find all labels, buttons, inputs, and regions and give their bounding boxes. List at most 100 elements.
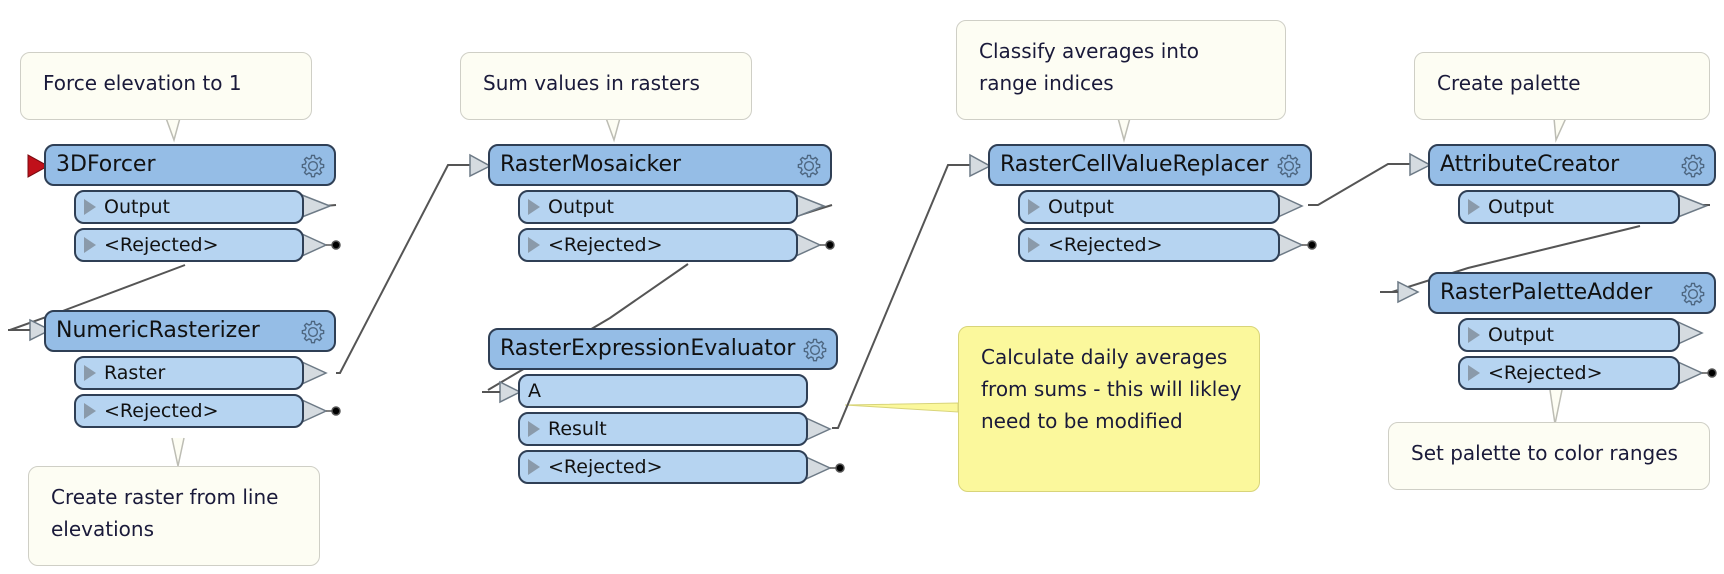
expand-triangle-icon[interactable] bbox=[1028, 237, 1040, 253]
transformer-header[interactable]: AttributeCreator bbox=[1428, 144, 1716, 186]
transformer-header[interactable]: RasterPaletteAdder bbox=[1428, 272, 1716, 314]
output-port[interactable]: Output bbox=[1458, 190, 1680, 224]
output-port[interactable]: Output bbox=[1458, 318, 1680, 352]
wire-replacer-to-attributecreator bbox=[1308, 163, 1410, 206]
output-arrow bbox=[795, 193, 827, 219]
transformer-header[interactable]: RasterCellValueReplacer bbox=[988, 144, 1312, 186]
annotation-tails bbox=[164, 117, 1568, 467]
transformer-header[interactable]: RasterExpressionEvaluator bbox=[488, 328, 838, 370]
output-arrow bbox=[1277, 232, 1304, 258]
port-label: Result bbox=[548, 418, 607, 440]
annotation-text: Set palette to color ranges bbox=[1411, 441, 1678, 465]
wire-rasterize-to-mosaicker bbox=[336, 164, 470, 374]
output-arrow bbox=[795, 232, 822, 258]
transformer-header[interactable]: 3DForcer bbox=[44, 144, 336, 186]
output-arrow bbox=[805, 416, 832, 442]
expand-triangle-icon[interactable] bbox=[528, 199, 540, 215]
annotation-text: Calculate daily averages from sums - thi… bbox=[981, 345, 1242, 433]
annotation-set-palette[interactable]: Set palette to color ranges bbox=[1388, 422, 1710, 490]
expand-triangle-icon[interactable] bbox=[84, 199, 96, 215]
tail-force-elevation bbox=[164, 117, 181, 143]
port-label: Output bbox=[1488, 324, 1554, 346]
input-arrow bbox=[469, 153, 492, 178]
tail-sum-values bbox=[604, 117, 621, 143]
transformer-name: NumericRasterizer bbox=[56, 318, 260, 343]
annotation-create-raster[interactable]: Create raster from line elevations bbox=[28, 466, 320, 566]
expand-triangle-icon[interactable] bbox=[84, 365, 96, 381]
expand-triangle-icon[interactable] bbox=[528, 421, 540, 437]
input-arrow bbox=[1397, 280, 1420, 304]
annotation-create-palette[interactable]: Create palette bbox=[1414, 52, 1710, 120]
terminator-dot bbox=[331, 240, 341, 250]
annotation-calculate-averages[interactable]: Calculate daily averages from sums - thi… bbox=[958, 326, 1260, 492]
transformer-name: AttributeCreator bbox=[1440, 152, 1620, 177]
gear-icon[interactable] bbox=[298, 151, 328, 181]
gear-icon[interactable] bbox=[1678, 279, 1708, 309]
port-label: <Rejected> bbox=[548, 234, 663, 256]
output-arrow bbox=[301, 232, 328, 258]
expand-triangle-icon[interactable] bbox=[1468, 365, 1480, 381]
expand-triangle-icon[interactable] bbox=[1468, 199, 1480, 215]
annotation-text: Force elevation to 1 bbox=[43, 71, 242, 95]
transformer-name: RasterPaletteAdder bbox=[1440, 280, 1653, 305]
port-label: <Rejected> bbox=[104, 400, 219, 422]
output-port[interactable]: Output bbox=[1018, 190, 1280, 224]
port-label: Output bbox=[1048, 196, 1114, 218]
annotation-text: Sum values in rasters bbox=[483, 71, 700, 95]
tail-classify bbox=[1117, 117, 1131, 143]
transformer-name: RasterExpressionEvaluator bbox=[500, 336, 796, 361]
port-label: <Rejected> bbox=[1488, 362, 1603, 384]
gear-icon[interactable] bbox=[800, 335, 830, 365]
terminator-dot bbox=[331, 406, 341, 416]
rejected-port[interactable]: <Rejected> bbox=[1018, 228, 1280, 262]
input-arrow bbox=[1409, 152, 1432, 177]
port-label: <Rejected> bbox=[548, 456, 663, 478]
rejected-port[interactable]: <Rejected> bbox=[518, 228, 798, 262]
port-label: Output bbox=[1488, 196, 1554, 218]
expand-triangle-icon[interactable] bbox=[528, 237, 540, 253]
output-arrow bbox=[1677, 320, 1704, 346]
transformer-header[interactable]: RasterMosaicker bbox=[488, 144, 832, 186]
rejected-port[interactable]: <Rejected> bbox=[74, 228, 304, 262]
output-arrow bbox=[805, 455, 832, 481]
annotation-classify-averages[interactable]: Classify averages into range indices bbox=[956, 20, 1286, 120]
gear-icon[interactable] bbox=[1274, 151, 1304, 181]
result-port[interactable]: Result bbox=[518, 412, 808, 446]
transformer-header[interactable]: NumericRasterizer bbox=[44, 310, 336, 352]
annotation-sum-values[interactable]: Sum values in rasters bbox=[460, 52, 752, 120]
tail-create-raster bbox=[171, 437, 185, 467]
input-port-a[interactable]: A bbox=[518, 374, 808, 408]
output-arrow bbox=[301, 193, 333, 219]
annotation-force-elevation[interactable]: Force elevation to 1 bbox=[20, 52, 312, 120]
output-arrow bbox=[301, 360, 328, 386]
output-port[interactable]: Output bbox=[74, 190, 304, 224]
expand-triangle-icon[interactable] bbox=[1468, 327, 1480, 343]
expand-triangle-icon[interactable] bbox=[84, 403, 96, 419]
transformer-name: 3DForcer bbox=[56, 152, 156, 177]
expand-triangle-icon[interactable] bbox=[1028, 199, 1040, 215]
raster-port[interactable]: Raster bbox=[74, 356, 304, 390]
gear-icon[interactable] bbox=[794, 151, 824, 181]
output-arrow bbox=[1677, 193, 1709, 219]
terminator-dot bbox=[825, 240, 835, 250]
port-label: <Rejected> bbox=[104, 234, 219, 256]
input-arrow bbox=[499, 380, 522, 404]
transformer-name: RasterCellValueReplacer bbox=[1000, 152, 1269, 177]
wire-evaluator-to-replacer bbox=[832, 164, 970, 429]
tail-calculate-averages bbox=[844, 402, 959, 413]
output-arrow bbox=[1277, 193, 1304, 219]
expand-triangle-icon[interactable] bbox=[528, 459, 540, 475]
gear-icon[interactable] bbox=[1678, 151, 1708, 181]
output-port[interactable]: Output bbox=[518, 190, 798, 224]
gear-icon[interactable] bbox=[298, 317, 328, 347]
expand-triangle-icon[interactable] bbox=[84, 237, 96, 253]
rejected-port[interactable]: <Rejected> bbox=[1458, 356, 1680, 390]
rejected-port[interactable]: <Rejected> bbox=[74, 394, 304, 428]
port-label: Output bbox=[104, 196, 170, 218]
port-label: Output bbox=[548, 196, 614, 218]
annotation-text: Create palette bbox=[1437, 71, 1581, 95]
tail-set-palette bbox=[1549, 389, 1563, 425]
rejected-port[interactable]: <Rejected> bbox=[518, 450, 808, 484]
port-label: A bbox=[528, 380, 541, 402]
terminator-dot bbox=[1707, 368, 1717, 378]
